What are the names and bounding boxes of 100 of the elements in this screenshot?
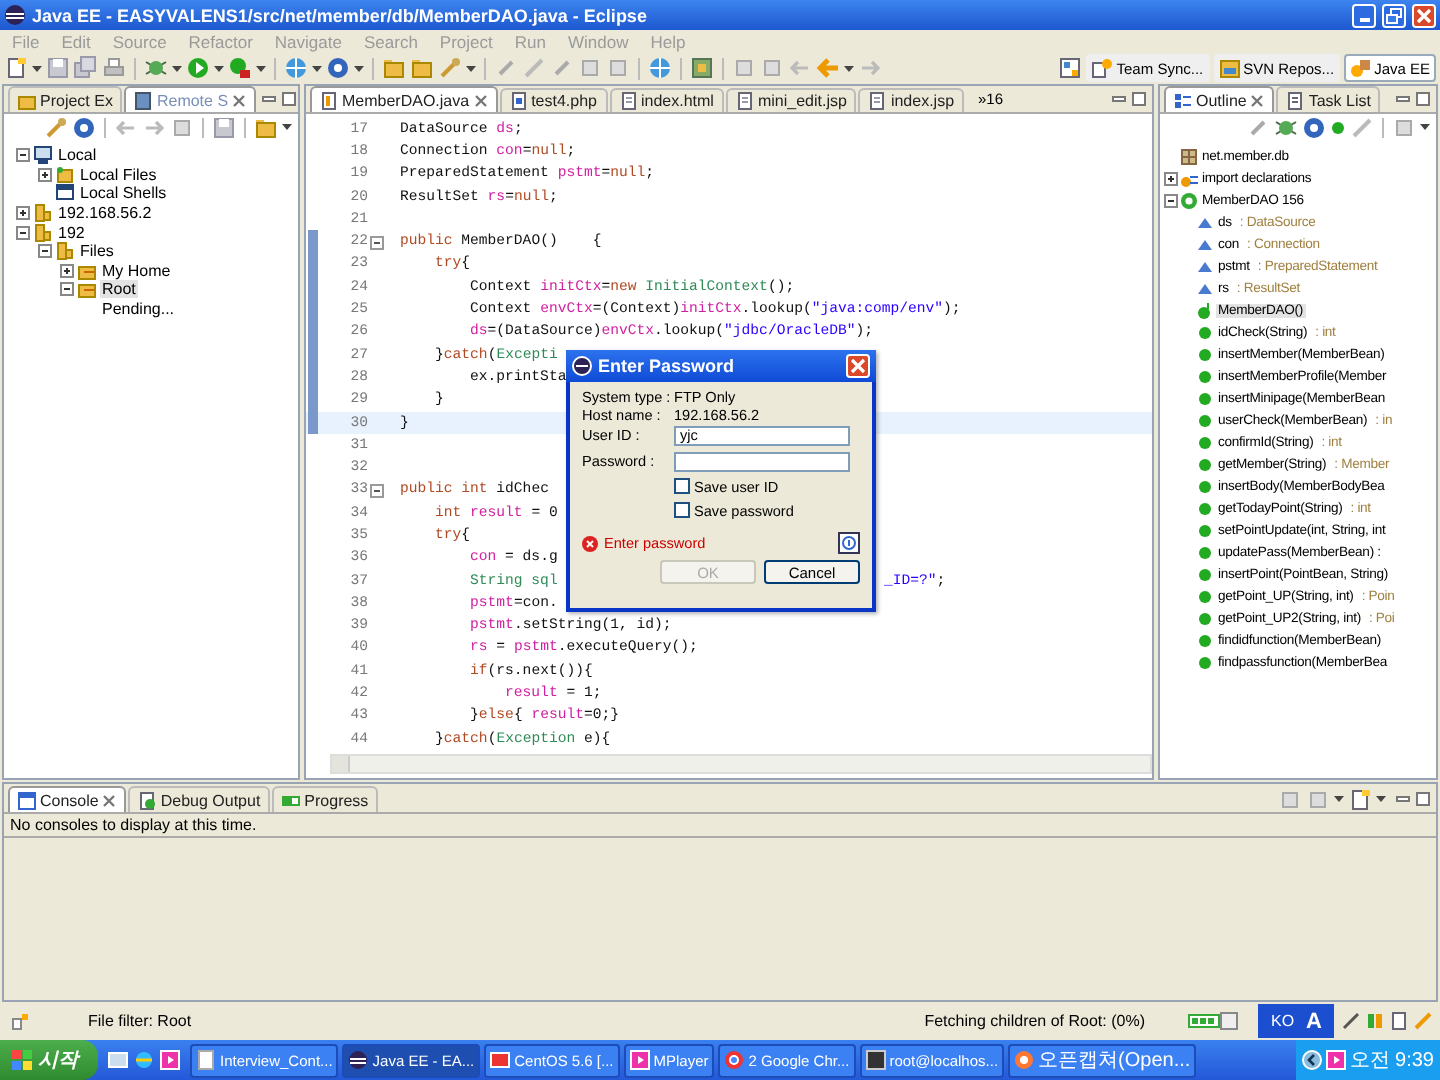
bug-icon[interactable] bbox=[144, 56, 168, 80]
fold-icon[interactable] bbox=[370, 235, 384, 250]
desktop-icon[interactable] bbox=[108, 1050, 128, 1070]
caret-icon[interactable] bbox=[1376, 796, 1386, 802]
run-tool-icon[interactable] bbox=[228, 56, 252, 80]
caret-icon[interactable] bbox=[354, 65, 364, 71]
editor-tab[interactable]: MemberDAO.java bbox=[310, 86, 498, 112]
books-icon[interactable] bbox=[1366, 1012, 1384, 1030]
eclipse-icon bbox=[4, 4, 26, 26]
view-tab[interactable]: Outline bbox=[1164, 86, 1275, 112]
save-icon[interactable] bbox=[212, 115, 236, 139]
repository-icon bbox=[1219, 58, 1240, 78]
editor-tab[interactable]: mini_edit.jsp bbox=[725, 88, 857, 112]
tree-item[interactable]: 192.168.56.2 bbox=[56, 204, 154, 223]
monitor-icon bbox=[490, 1050, 511, 1070]
maximize-icon[interactable] bbox=[1130, 90, 1148, 108]
taskbar-button[interactable]: 오픈캡쳐(Open... bbox=[1008, 1043, 1197, 1077]
document-icon bbox=[196, 1050, 216, 1070]
globe-icon[interactable] bbox=[648, 56, 672, 80]
minimize-icon[interactable] bbox=[1394, 90, 1412, 108]
maximize-icon[interactable] bbox=[280, 90, 298, 108]
help-button[interactable] bbox=[838, 532, 860, 554]
tree-item[interactable]: 192 bbox=[56, 223, 87, 242]
new-file-icon[interactable] bbox=[4, 56, 28, 80]
print-icon[interactable] bbox=[102, 56, 126, 80]
folder-icon[interactable] bbox=[410, 56, 434, 80]
expand-icon[interactable] bbox=[60, 263, 74, 278]
tree-item[interactable]: My Home bbox=[100, 261, 173, 280]
caret-icon[interactable] bbox=[256, 65, 266, 71]
tree-item[interactable]: Local Files bbox=[78, 165, 159, 184]
minimize-button[interactable] bbox=[1352, 3, 1376, 27]
collapse-icon[interactable] bbox=[38, 244, 52, 259]
collapse-icon[interactable] bbox=[1164, 194, 1178, 208]
browser-icon[interactable] bbox=[134, 1050, 154, 1070]
expand-icon[interactable] bbox=[1164, 172, 1178, 186]
close-button[interactable] bbox=[1412, 3, 1436, 27]
expand-icon[interactable] bbox=[16, 206, 30, 221]
caret-icon[interactable] bbox=[32, 65, 42, 71]
checkbox[interactable] bbox=[674, 502, 690, 518]
caret-icon[interactable] bbox=[282, 124, 292, 130]
view-tab[interactable]: Task List bbox=[1276, 86, 1381, 112]
new-file-icon[interactable] bbox=[1348, 787, 1372, 811]
save-all-icon[interactable] bbox=[74, 56, 98, 80]
java-ee-icon bbox=[1350, 58, 1371, 78]
tree-item[interactable]: Local bbox=[56, 146, 99, 165]
caret-icon[interactable] bbox=[214, 65, 224, 71]
input-field[interactable] bbox=[674, 451, 850, 471]
collapse-icon[interactable] bbox=[16, 225, 30, 240]
caret-icon[interactable] bbox=[172, 65, 182, 71]
caret-icon[interactable] bbox=[466, 65, 476, 71]
view-tab[interactable]: Debug Output bbox=[128, 786, 271, 812]
minimize-icon[interactable] bbox=[1110, 90, 1128, 108]
collapse-icon[interactable] bbox=[60, 282, 74, 297]
view-tab[interactable]: Progress bbox=[272, 786, 379, 812]
maximize-icon[interactable] bbox=[1414, 790, 1432, 808]
imports-icon bbox=[1180, 170, 1198, 188]
view-tab[interactable]: Console bbox=[8, 786, 127, 812]
open-perspective-icon[interactable] bbox=[1058, 56, 1083, 80]
tree-item[interactable]: Root bbox=[100, 280, 138, 299]
minimize-icon[interactable] bbox=[260, 90, 279, 108]
scrollbar[interactable] bbox=[330, 754, 1152, 774]
fold-icon[interactable] bbox=[370, 483, 384, 498]
close-icon[interactable] bbox=[102, 793, 117, 807]
folder-icon[interactable] bbox=[382, 56, 406, 80]
package-icon[interactable] bbox=[690, 56, 714, 80]
view-tab[interactable]: Project Ex bbox=[8, 86, 123, 112]
caret-icon[interactable] bbox=[312, 65, 322, 71]
folder-icon bbox=[18, 91, 36, 109]
expand-icon[interactable] bbox=[38, 167, 52, 182]
wrench-icon[interactable] bbox=[44, 115, 68, 139]
player-icon[interactable] bbox=[160, 1050, 180, 1070]
bug-icon[interactable] bbox=[1274, 115, 1298, 139]
close-icon[interactable] bbox=[1250, 93, 1265, 107]
fast-view-icon[interactable] bbox=[12, 1013, 28, 1029]
close-icon[interactable] bbox=[232, 93, 247, 107]
editor-tab[interactable]: index.jsp bbox=[858, 88, 965, 112]
caret-icon[interactable] bbox=[1334, 796, 1344, 802]
caret-icon[interactable] bbox=[1420, 124, 1430, 130]
caret-icon[interactable] bbox=[844, 65, 854, 71]
player-icon[interactable] bbox=[1325, 1050, 1346, 1070]
language-bar[interactable]: KO A bbox=[1258, 1004, 1334, 1038]
maximize-icon[interactable] bbox=[1414, 90, 1432, 108]
minimize-icon[interactable] bbox=[1394, 790, 1412, 808]
run-tool-icon[interactable] bbox=[1220, 1012, 1239, 1030]
collapse-icon[interactable] bbox=[16, 148, 30, 163]
tree-item[interactable]: Pending... bbox=[100, 300, 177, 319]
tree-item[interactable]: Files bbox=[78, 242, 116, 261]
restore-button[interactable] bbox=[1382, 3, 1406, 27]
document-icon[interactable] bbox=[1390, 1012, 1408, 1030]
tree-item[interactable]: Local Shells bbox=[78, 184, 169, 203]
close-button[interactable] bbox=[846, 354, 870, 378]
folder-icon bbox=[78, 261, 96, 280]
close-icon[interactable] bbox=[473, 93, 488, 107]
editor-tab[interactable]: test4.php bbox=[499, 88, 607, 112]
panel-icon[interactable] bbox=[170, 115, 194, 139]
checkbox[interactable] bbox=[674, 478, 690, 494]
clock: 오전 9:39 bbox=[1349, 1048, 1434, 1074]
editor-tab[interactable]: index.html bbox=[609, 88, 724, 112]
tool-icon[interactable] bbox=[1342, 1012, 1360, 1030]
public-filter-icon[interactable] bbox=[1330, 119, 1346, 135]
